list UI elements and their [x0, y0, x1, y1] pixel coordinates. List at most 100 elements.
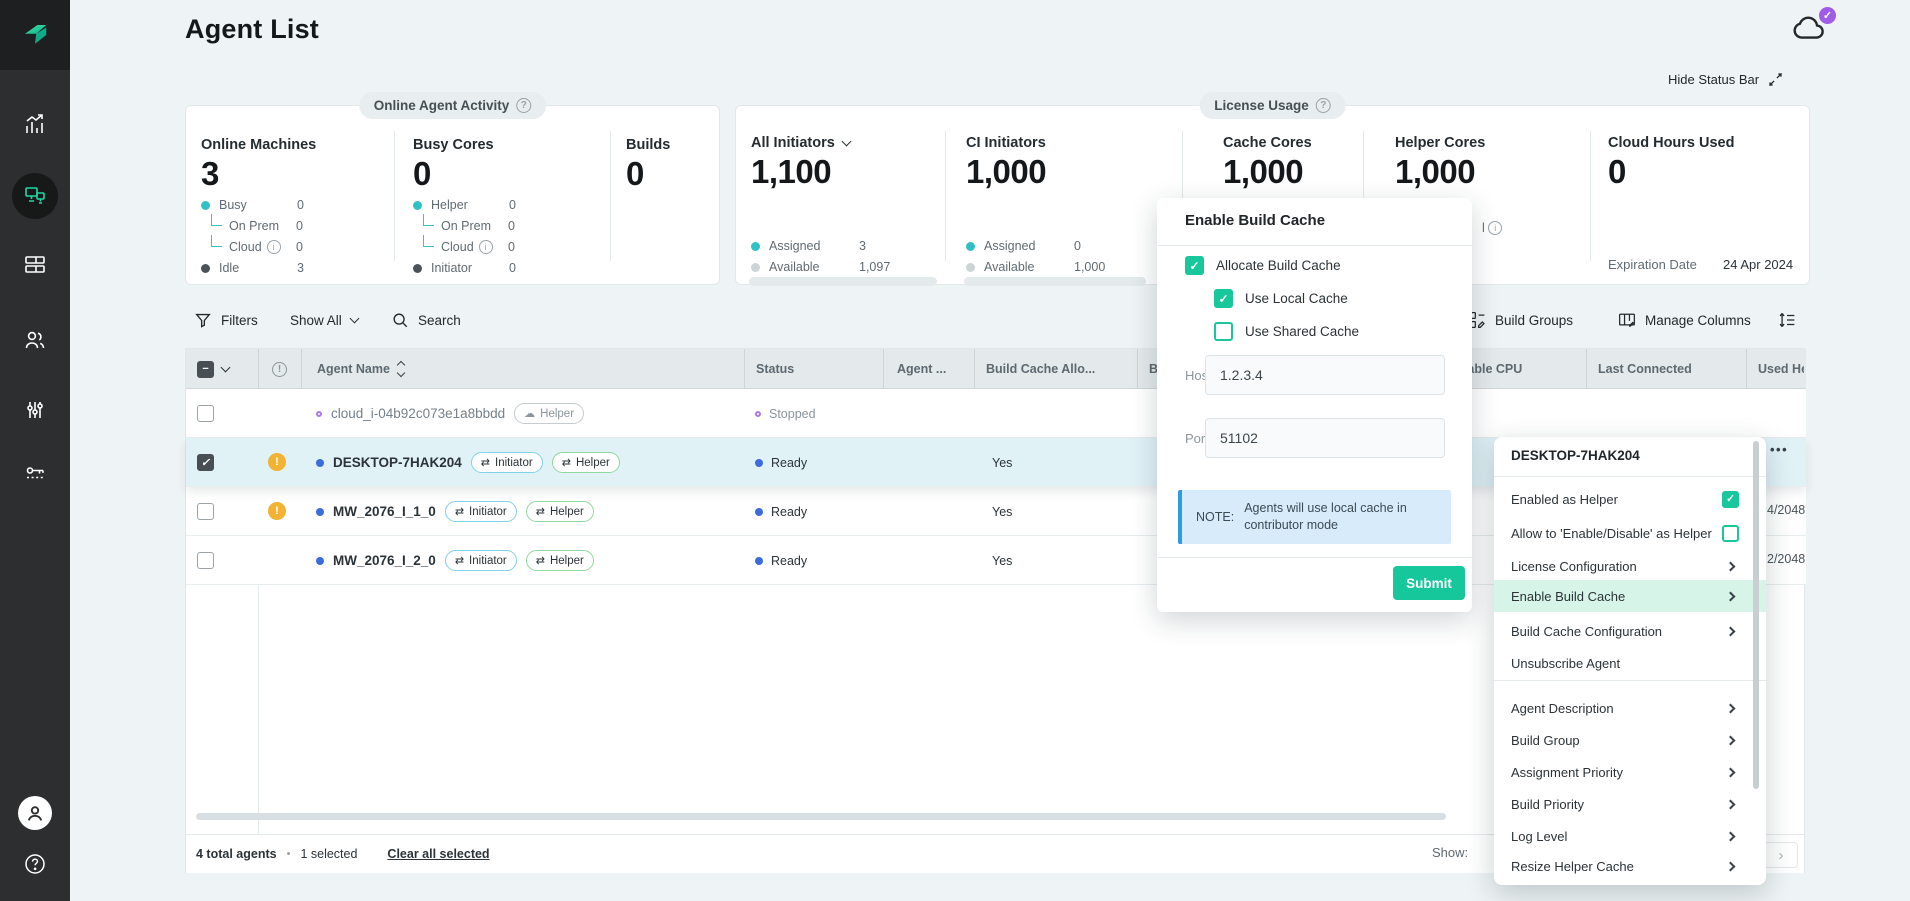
divider — [1590, 131, 1591, 261]
swap-icon: ⇄ — [536, 505, 545, 518]
chevron-down-icon[interactable] — [221, 363, 231, 373]
sidebar-item-account[interactable] — [0, 796, 70, 830]
menu-scrollbar[interactable] — [1753, 441, 1759, 789]
use-local-cache-checkbox[interactable]: ✓ Use Local Cache — [1214, 289, 1348, 308]
horizontal-scrollbar[interactable] — [196, 813, 1446, 820]
status-cell: Ready — [755, 487, 807, 536]
initiator-tag: ⇄ Initiator — [445, 501, 517, 522]
chevron-right-icon — [1726, 591, 1736, 601]
sidebar-item-settings[interactable] — [0, 398, 70, 422]
header-status[interactable]: Status — [744, 349, 883, 389]
all-initiators-progress-bar — [749, 277, 937, 286]
menu-item-build-priority[interactable]: Build Priority — [1494, 791, 1766, 817]
menu-item-log-level[interactable]: Log Level — [1494, 823, 1766, 849]
chevron-right-icon — [1726, 767, 1736, 777]
select-all-checkbox[interactable]: − — [197, 361, 214, 378]
row-checkbox[interactable] — [197, 405, 214, 422]
filter-funnel-icon — [194, 311, 212, 329]
hide-status-bar-button[interactable]: Hide Status Bar — [1668, 72, 1783, 87]
app-logo[interactable] — [0, 0, 70, 70]
show-per-page-label: Show: — [1432, 845, 1468, 860]
checkbox-unchecked[interactable] — [1722, 525, 1739, 542]
row-actions-button[interactable]: ••• — [1770, 442, 1788, 457]
allocate-build-cache-checkbox[interactable]: ✓ Allocate Build Cache — [1185, 256, 1341, 275]
legend-helper: Helper 0 — [413, 195, 516, 215]
expiration-date: Expiration Date 24 Apr 2024 — [1608, 254, 1793, 274]
checkbox-unchecked[interactable] — [1214, 322, 1233, 341]
agent-ready-dot — [316, 508, 324, 516]
cloud-status-button[interactable]: ✓ — [1789, 12, 1833, 46]
build-groups-button[interactable]: Build Groups — [1468, 300, 1573, 340]
menu-item-agent-description[interactable]: Agent Description — [1494, 695, 1766, 721]
all-initiators-title[interactable]: All Initiators — [751, 135, 850, 151]
use-shared-cache-checkbox[interactable]: Use Shared Cache — [1214, 322, 1359, 341]
ci-initiators-title: CI Initiators — [966, 135, 1046, 151]
build-cache-cell: Yes — [992, 438, 1012, 487]
info-icon[interactable]: i — [267, 240, 281, 254]
chevron-right-icon — [1726, 735, 1736, 745]
gray-dot — [751, 263, 760, 272]
header-last-connected[interactable]: Last Connected — [1586, 349, 1746, 389]
gray-dot — [966, 263, 975, 272]
swap-icon: ⇄ — [562, 456, 571, 469]
row-height-button[interactable] — [1778, 300, 1796, 340]
checkbox-checked[interactable]: ✓ — [1185, 256, 1204, 275]
warning-icon[interactable]: ! — [268, 453, 286, 471]
menu-item-resize-helper-cache[interactable]: Resize Helper Cache — [1494, 853, 1766, 879]
sidebar-item-analytics[interactable] — [0, 112, 70, 136]
status-cell: Ready — [755, 536, 807, 585]
agent-name-cell: MW_2076_I_2_0 ⇄ Initiator ⇄ Helper — [316, 536, 594, 585]
menu-item-allow-enable-disable-helper[interactable]: Allow to 'Enable/Disable' as Helper — [1494, 520, 1766, 546]
stopped-dot — [755, 411, 761, 417]
menu-item-build-group[interactable]: Build Group — [1494, 727, 1766, 753]
row-checkbox-checked[interactable]: ✓ — [197, 454, 214, 471]
header-agent-name[interactable]: Agent Name — [301, 349, 744, 389]
collapse-icon — [1768, 72, 1783, 87]
row-checkbox[interactable] — [197, 503, 214, 520]
sidebar-item-agents-active[interactable] — [0, 173, 70, 219]
warning-icon[interactable]: ! — [268, 502, 286, 520]
menu-item-build-cache-configuration[interactable]: Build Cache Configuration — [1494, 618, 1766, 644]
sidebar-item-help[interactable] — [0, 852, 70, 876]
port-input[interactable]: 51102 — [1205, 418, 1445, 458]
chevron-down-icon — [349, 314, 359, 324]
filters-button[interactable]: Filters — [194, 300, 258, 340]
agent-name-cell: DESKTOP-7HAK204 ⇄ Initiator ⇄ Helper — [316, 438, 620, 487]
header-build-cache-allocation[interactable]: Build Cache Allo... — [974, 349, 1137, 389]
license-usage-badge: License Usage ? — [1199, 92, 1346, 119]
builds-value: 0 — [626, 155, 644, 193]
info-icon[interactable]: i — [479, 240, 493, 254]
menu-item-unsubscribe-agent[interactable]: Unsubscribe Agent — [1494, 650, 1766, 676]
submit-button[interactable]: Submit — [1393, 566, 1465, 600]
manage-columns-button[interactable]: Manage Columns — [1618, 300, 1751, 340]
swap-icon: ⇄ — [481, 456, 490, 469]
menu-item-enabled-as-helper[interactable]: Enabled as Helper ✓ — [1494, 486, 1766, 512]
table-row[interactable]: cloud_i-04b92c073e1a8bbdd ☁ Helper Stopp… — [186, 389, 1806, 438]
helper-tag: ⇄ Helper — [552, 452, 620, 473]
pagination-next-button[interactable]: › — [1764, 842, 1798, 868]
checkbox-checked[interactable]: ✓ — [1214, 289, 1233, 308]
menu-item-assignment-priority[interactable]: Assignment Priority — [1494, 759, 1766, 785]
header-select-all[interactable]: − — [186, 349, 258, 389]
search-input[interactable]: Search — [391, 300, 461, 340]
header-used-helper[interactable]: Used He — [1746, 349, 1804, 389]
row-checkbox[interactable] — [197, 552, 214, 569]
cloud-hours-title: Cloud Hours Used — [1608, 135, 1734, 151]
show-all-dropdown[interactable]: Show All — [290, 300, 358, 340]
host-input[interactable]: 1.2.3.4 — [1205, 355, 1445, 395]
sidebar-item-license[interactable] — [0, 462, 70, 486]
menu-item-enable-build-cache[interactable]: Enable Build Cache — [1494, 580, 1766, 612]
license-usage-badge-label: License Usage — [1214, 98, 1309, 113]
header-agent[interactable]: Agent ... — [883, 349, 974, 389]
sort-icon[interactable] — [398, 362, 404, 376]
alert-circle-icon: ! — [272, 362, 287, 377]
sidebar-item-dashboard[interactable] — [0, 252, 70, 276]
help-circle-icon[interactable]: ? — [516, 98, 531, 113]
menu-item-license-configuration[interactable]: License Configuration — [1494, 553, 1766, 579]
clear-all-selected-link[interactable]: Clear all selected — [387, 847, 489, 861]
sidebar-item-users[interactable] — [0, 328, 70, 352]
help-circle-icon[interactable]: ? — [1316, 98, 1331, 113]
info-icon[interactable]: i — [1488, 221, 1502, 235]
checkbox-checked[interactable]: ✓ — [1722, 491, 1739, 508]
teal-dot — [201, 201, 210, 210]
